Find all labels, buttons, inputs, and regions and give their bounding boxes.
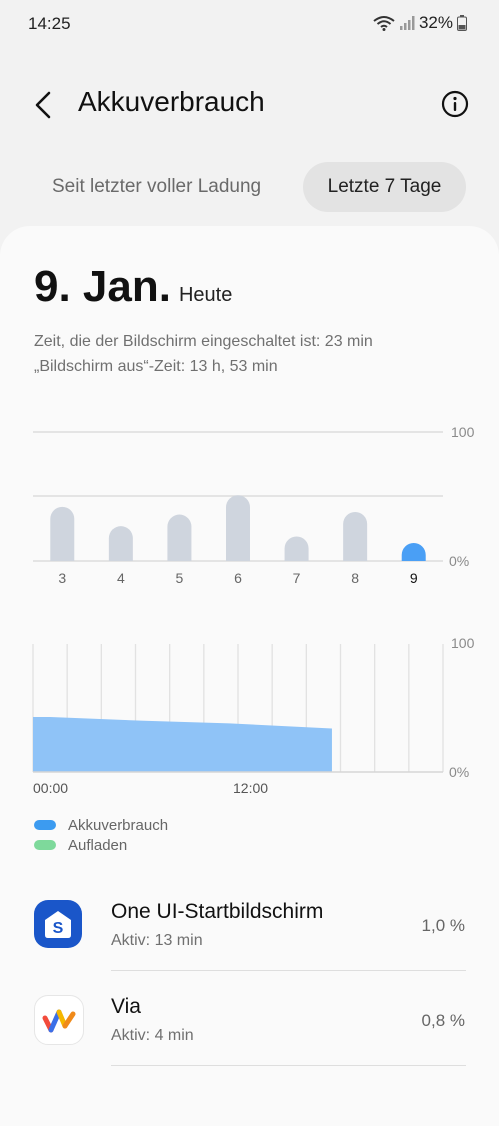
signal-icon xyxy=(399,15,415,31)
battery-percent: 32% xyxy=(418,13,453,32)
info-icon xyxy=(441,90,469,122)
tab-since-full-charge[interactable]: Seit letzter voller Ladung xyxy=(52,162,261,212)
day-label-5: 5 xyxy=(176,570,184,586)
area-x-tick-noon: 12:00 xyxy=(233,780,268,796)
status-bar: 14:25 32% xyxy=(0,0,499,48)
tab-last-7-days[interactable]: Letzte 7 Tage xyxy=(303,162,466,212)
page-title: Akkuverbrauch xyxy=(78,86,265,117)
app-active-time: Aktiv: 4 min xyxy=(111,1027,194,1044)
app-bar: Akkuverbrauch xyxy=(0,80,499,130)
app-row-via[interactable]: Via Aktiv: 4 min 0,8 % xyxy=(0,975,499,1065)
selected-date-sub: Heute xyxy=(178,284,233,306)
list-divider xyxy=(111,1065,466,1066)
screen-on-time: Zeit, die der Bildschirm eingeschaltet i… xyxy=(34,333,373,350)
wifi-icon xyxy=(373,15,395,31)
app-name: One UI-Startbildschirm xyxy=(111,900,324,923)
period-tabs: Seit letzter voller Ladung Letzte 7 Tage xyxy=(0,162,499,212)
legend-item-usage: Akkuverbrauch xyxy=(34,815,168,835)
hourly-battery-area-chart: 100 0% 00:00 12:00 xyxy=(32,635,475,796)
area-y-tick-max: 100 xyxy=(451,635,475,651)
back-button[interactable] xyxy=(30,88,58,122)
area-x-tick-start: 00:00 xyxy=(33,780,68,796)
usage-bar-day-7[interactable] xyxy=(284,536,309,561)
battery-icon xyxy=(457,15,467,31)
day-label-4: 4 xyxy=(117,570,125,586)
bar-y-tick-max: 100 xyxy=(451,424,475,440)
usage-bar-day-8[interactable] xyxy=(343,511,368,561)
day-label-3: 3 xyxy=(58,570,66,586)
legend-item-charging: Aufladen xyxy=(34,835,168,855)
app-row-one-ui-home[interactable]: S One UI-Startbildschirm Aktiv: 13 min 1… xyxy=(0,880,499,970)
app-name: Via xyxy=(111,995,141,1018)
day-label-8: 8 xyxy=(351,570,359,586)
legend-swatch-charging xyxy=(34,840,56,850)
svg-text:S: S xyxy=(53,920,64,937)
selected-date: 9. Jan. xyxy=(34,262,171,311)
list-divider xyxy=(111,970,466,971)
day-label-6: 6 xyxy=(234,570,242,586)
weekly-usage-bar-chart: 100 0% 3 4 5 6 7 8 9 xyxy=(33,424,475,586)
screen-off-time: „Bildschirm aus“-Zeit: 13 h, 53 min xyxy=(34,358,278,375)
app-usage-percent: 1,0 % xyxy=(421,916,465,935)
status-icons: 32% xyxy=(373,13,467,33)
usage-bar-day-6[interactable] xyxy=(226,495,250,561)
chart-legend: Akkuverbrauch Aufladen xyxy=(34,815,168,855)
status-time: 14:25 xyxy=(28,14,71,33)
usage-bar-day-9[interactable] xyxy=(401,542,426,561)
app-usage-percent: 0,8 % xyxy=(421,1011,465,1030)
day-label-9: 9 xyxy=(410,570,418,586)
legend-label-charging: Aufladen xyxy=(68,836,128,854)
usage-bar-day-4[interactable] xyxy=(108,526,133,561)
one-ui-home-icon: S xyxy=(34,900,82,948)
usage-bar-day-3[interactable] xyxy=(50,506,75,561)
battery-usage-area xyxy=(33,716,332,772)
legend-label-usage: Akkuverbrauch xyxy=(68,816,169,834)
chevron-left-icon xyxy=(30,91,58,126)
via-browser-icon xyxy=(34,995,84,1045)
info-button[interactable] xyxy=(441,90,469,118)
day-label-7: 7 xyxy=(293,570,301,586)
usage-bar-day-5[interactable] xyxy=(167,514,192,561)
date-heading: 9. Jan. Heute xyxy=(34,262,232,312)
area-y-tick-min: 0% xyxy=(449,764,469,780)
legend-swatch-usage xyxy=(34,820,56,830)
app-active-time: Aktiv: 13 min xyxy=(111,932,203,949)
bar-y-tick-min: 0% xyxy=(449,553,469,569)
